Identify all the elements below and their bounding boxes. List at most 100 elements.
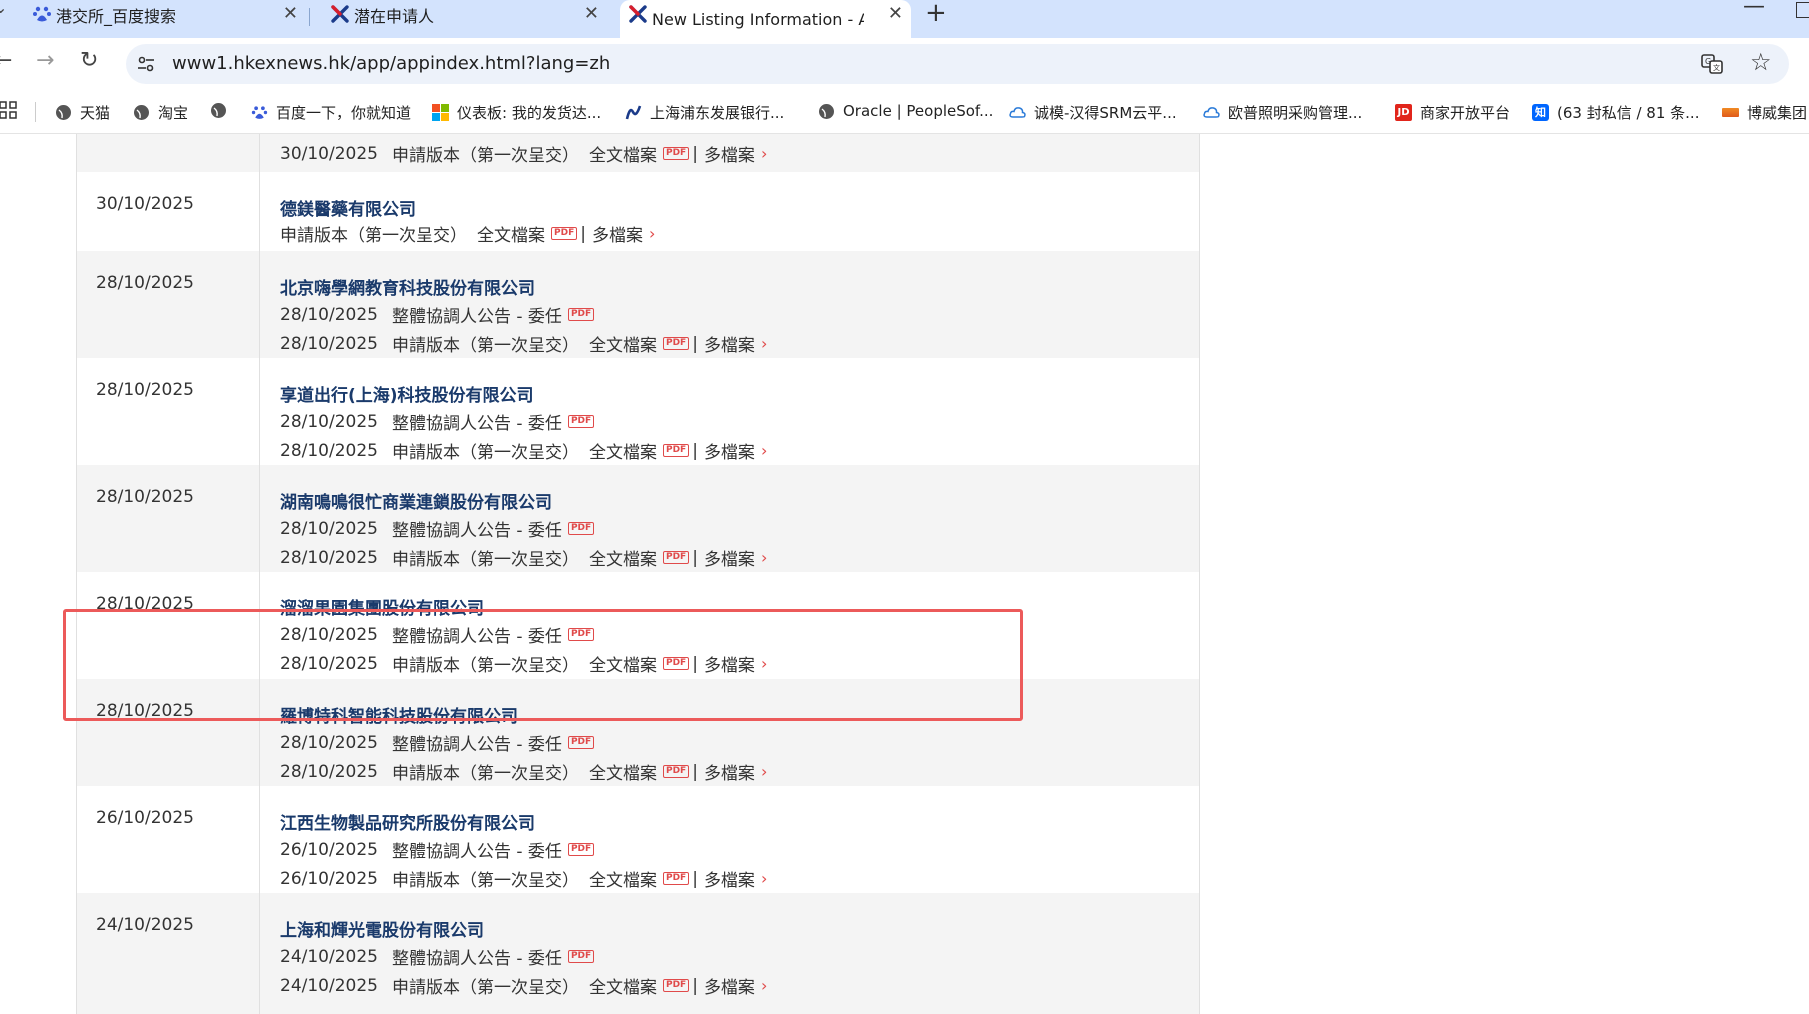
bookmark-boway-group[interactable]: 博威集团 [1722,102,1807,123]
pdf-icon[interactable]: PDF [567,308,595,321]
multi-document-link[interactable]: 多檔案 [704,438,755,463]
full-document-link[interactable]: 全文檔案 [589,331,657,356]
pdf-icon[interactable]: PDF [662,872,690,885]
translate-icon[interactable]: G 文 [1701,53,1723,75]
multi-document-link[interactable]: 多檔案 [704,651,755,676]
bookmark-taobao[interactable]: 淘宝 [133,102,188,123]
chevron-right-icon[interactable]: › [761,548,767,567]
full-document-link[interactable]: 全文檔案 [477,221,545,246]
chevron-right-icon[interactable]: › [761,869,767,888]
bookmark-spdb[interactable]: 上海浦东发展银行... [625,102,784,123]
chevron-right-icon[interactable]: › [761,654,767,673]
pdf-icon[interactable]: PDF [662,657,690,670]
announcement-link[interactable]: 整體協調人公告 - 委任 [392,409,562,434]
company-name-link[interactable]: 江西生物製品研究所股份有限公司 [280,809,535,834]
chevron-right-icon[interactable]: › [649,224,655,243]
tab-search-chevron-icon[interactable]: ⌄ [0,0,7,17]
full-document-link[interactable]: 全文檔案 [589,545,657,570]
document-type: 申請版本（第一次呈交） [391,550,579,570]
announcement-link[interactable]: 整體協調人公告 - 委任 [392,302,562,327]
company-name-link[interactable]: 湖南鳴鳴很忙商業連鎖股份有限公司 [280,488,552,513]
bookmark-oracle-peoplesoft[interactable]: Oracle | PeopleSof... [818,102,993,120]
multi-document-link[interactable]: 多檔案 [704,973,755,998]
full-document-link[interactable]: 全文檔案 [589,438,657,463]
chevron-right-icon[interactable]: › [761,762,767,781]
pdf-icon[interactable]: PDF [662,444,690,457]
bookmark-zhihu[interactable]: 知 (63 封私信 / 81 条... [1532,102,1699,123]
close-icon[interactable]: ✕ [888,3,903,24]
bookmark-untitled[interactable] [210,102,235,119]
chevron-right-icon[interactable]: › [761,334,767,353]
pdf-icon[interactable]: PDF [662,147,690,160]
bookmark-star-icon[interactable]: ☆ [1750,48,1772,76]
listing-date: 26/10/2025 [96,808,194,828]
pdf-icon[interactable]: PDF [567,950,595,963]
multi-document-link[interactable]: 多檔案 [592,221,643,246]
multi-document-link[interactable]: 多檔案 [704,141,755,166]
apps-grid-icon[interactable] [0,101,18,119]
bookmark-tmall[interactable]: 天猫 [55,102,110,123]
document-type: 申請版本（第一次呈交） [391,336,579,356]
bookmark-srm-cloud[interactable]: 诚模-汉得SRM云平... [1009,102,1177,123]
bookmark-jd-open-platform[interactable]: JD 商家开放平台 [1395,102,1510,123]
company-name-link[interactable]: 羅博特科智能科技股份有限公司 [280,702,518,727]
company-name-link[interactable]: 溜溜果園集團股份有限公司 [280,594,484,619]
tab-strip: ⌄ 港交所_百度搜索 ✕ 潜在申请人 ✕ New Listing Informa… [0,0,1809,38]
document-line: 28/10/2025 申請版本（第一次呈交） 全文檔案 PDF | 多檔案 › [280,651,767,677]
announcement-link[interactable]: 整體協調人公告 - 委任 [392,516,562,541]
company-name-link[interactable]: 北京嗨學網教育科技股份有限公司 [280,274,535,299]
announcement-link[interactable]: 整體協調人公告 - 委任 [392,837,562,862]
reload-icon[interactable]: ↻ [80,48,98,73]
close-icon[interactable]: ✕ [584,3,599,24]
close-icon[interactable]: ✕ [283,3,298,24]
new-tab-icon[interactable]: + [925,0,947,28]
multi-document-link[interactable]: 多檔案 [704,331,755,356]
column-divider [259,134,260,1014]
address-bar[interactable]: www1.hkexnews.hk/app/appindex.html?lang=… [126,44,1789,84]
full-document-link[interactable]: 全文檔案 [589,973,657,998]
chevron-right-icon[interactable]: › [761,976,767,995]
site-settings-icon[interactable] [136,54,156,74]
bookmarks-bar: 天猫 淘宝 百度一下，你就知道 仪表板: 我的发货达... 上海浦东发展银行..… [0,90,1809,134]
document-line: 申請版本（第一次呈交） 全文檔案 PDF | 多檔案 › [280,221,655,247]
pdf-icon[interactable]: PDF [567,628,595,641]
document-date: 28/10/2025 [280,518,378,539]
chevron-right-icon[interactable]: › [761,441,767,460]
minimize-icon[interactable]: — [1743,0,1765,19]
multi-document-link[interactable]: 多檔案 [704,545,755,570]
pdf-icon[interactable]: PDF [662,337,690,350]
announcement-link[interactable]: 整體協調人公告 - 委任 [392,944,562,969]
pdf-icon[interactable]: PDF [567,415,595,428]
full-document-link[interactable]: 全文檔案 [589,141,657,166]
full-document-link[interactable]: 全文檔案 [589,651,657,676]
tab-new-listing-information[interactable]: New Listing Information - AP ✕ [620,0,911,38]
pdf-icon[interactable]: PDF [567,736,595,749]
back-icon[interactable]: ← [0,48,12,73]
maximize-icon[interactable] [1796,2,1809,18]
pdf-icon[interactable]: PDF [567,522,595,535]
full-document-link[interactable]: 全文檔案 [589,759,657,784]
bookmark-baidu[interactable]: 百度一下，你就知道 [251,102,411,123]
pdf-icon[interactable]: PDF [662,765,690,778]
company-name-link[interactable]: 享道出行(上海)科技股份有限公司 [280,381,534,406]
tab-potential-applicants[interactable]: 潜在申请人 ✕ [322,0,607,30]
multi-document-link[interactable]: 多檔案 [704,759,755,784]
pdf-icon[interactable]: PDF [662,979,690,992]
company-name-link[interactable]: 德鎂醫藥有限公司 [280,195,416,220]
link-separator: | [692,761,698,782]
chevron-right-icon[interactable]: › [761,144,767,163]
url-text[interactable]: www1.hkexnews.hk/app/appindex.html?lang=… [172,53,610,74]
bookmark-opple-procurement[interactable]: 欧普照明采购管理... [1203,102,1362,123]
company-name-link[interactable]: 上海和輝光電股份有限公司 [280,916,484,941]
bookmark-dashboard[interactable]: 仪表板: 我的发货达... [432,102,601,123]
multi-document-link[interactable]: 多檔案 [704,866,755,891]
pdf-icon[interactable]: PDF [662,551,690,564]
document-date: 30/10/2025 [280,143,378,164]
pdf-icon[interactable]: PDF [567,843,595,856]
forward-icon[interactable]: → [36,48,54,73]
full-document-link[interactable]: 全文檔案 [589,866,657,891]
announcement-link[interactable]: 整體協調人公告 - 委任 [392,622,562,647]
tab-baidu-search[interactable]: 港交所_百度搜索 ✕ [24,0,306,30]
pdf-icon[interactable]: PDF [551,227,578,240]
announcement-link[interactable]: 整體協調人公告 - 委任 [392,730,562,755]
